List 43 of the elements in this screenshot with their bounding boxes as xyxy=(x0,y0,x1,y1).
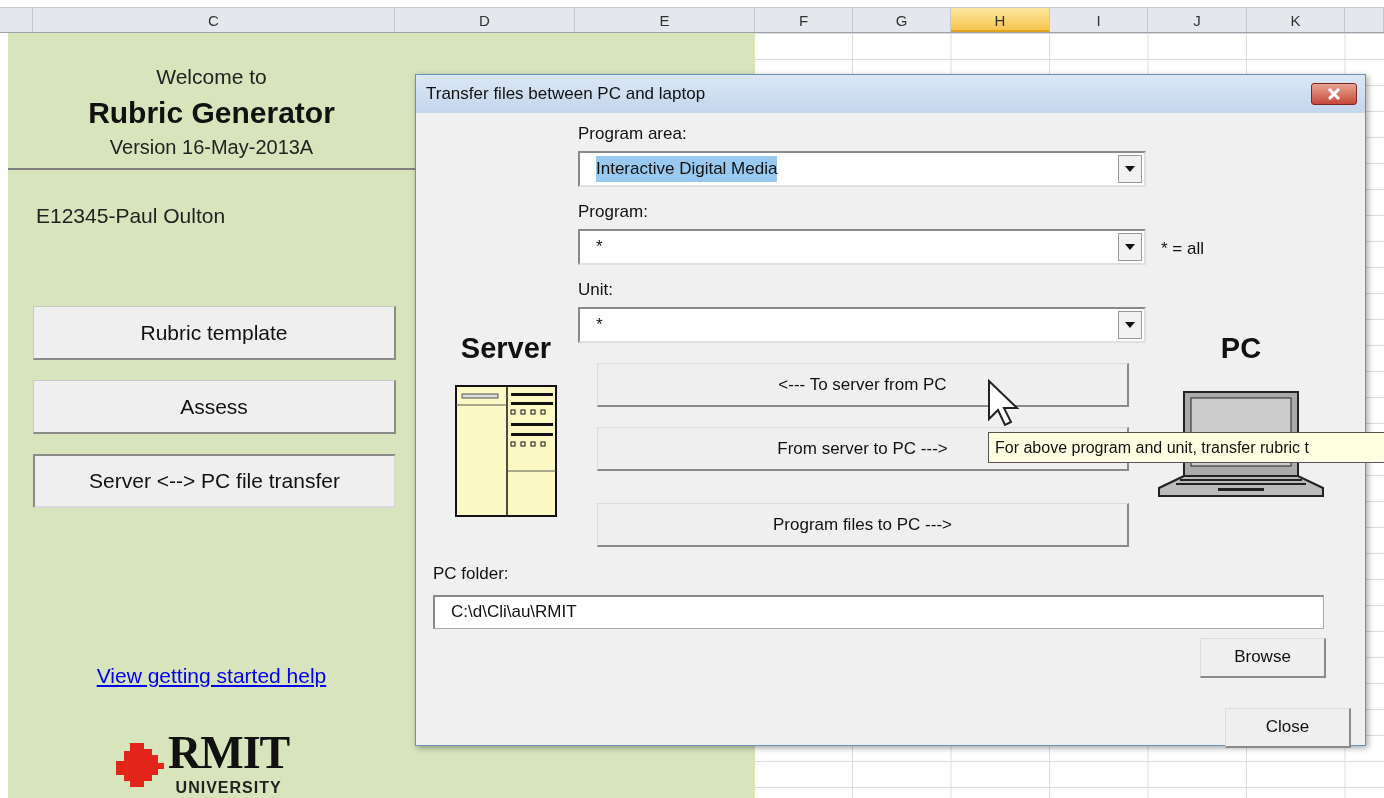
dropdown[interactable]: * xyxy=(578,307,1146,343)
browse-button[interactable]: Browse xyxy=(1200,637,1326,678)
logo-icon xyxy=(116,742,164,787)
close-button[interactable] xyxy=(1311,83,1357,105)
field-label: PC folder: xyxy=(433,563,510,585)
column-header[interactable]: J xyxy=(1148,8,1247,32)
close-icon xyxy=(1327,88,1341,100)
column-header[interactable]: F xyxy=(755,8,853,32)
version-text: Version 16-May-2013A xyxy=(108,134,315,160)
selected-value: Interactive Digital Media xyxy=(596,156,778,182)
column-header[interactable]: I xyxy=(1050,8,1148,32)
selected-value: * xyxy=(596,236,603,259)
menu-button[interactable]: Server <--> PC file transfer xyxy=(33,454,396,508)
logo-subtitle: UNIVERSITY xyxy=(175,777,282,798)
logo-text: RMIT xyxy=(168,729,290,776)
field-label: Unit: xyxy=(578,279,614,301)
mouse-pointer-icon xyxy=(987,379,1021,427)
action-button[interactable]: <--- To server from PC xyxy=(597,363,1129,407)
section-label: Server xyxy=(460,331,552,366)
action-button[interactable]: Program files to PC ---> xyxy=(597,503,1129,547)
menu-button[interactable]: Assess xyxy=(33,380,396,434)
field-label: Program: xyxy=(578,201,649,223)
window-title: Transfer files between PC and laptop xyxy=(426,83,706,106)
selected-value: * xyxy=(596,314,603,337)
tooltip: For above program and unit, transfer rubric t xyxy=(988,432,1384,463)
section-label: PC xyxy=(1220,331,1262,366)
close-button[interactable]: Close xyxy=(1225,707,1351,748)
column-header[interactable]: H xyxy=(951,8,1050,32)
column-header[interactable]: C xyxy=(33,8,395,32)
hint-text: * = all xyxy=(1160,238,1205,261)
welcome-text: Welcome to xyxy=(155,64,268,90)
menu-button[interactable]: Rubric template xyxy=(33,306,396,360)
folder-field[interactable]: C:\d\Cli\au\RMIT xyxy=(433,594,1324,629)
column-header[interactable]: D xyxy=(395,8,575,32)
field-label: Program area: xyxy=(578,123,688,145)
dropdown[interactable]: Interactive Digital Media xyxy=(578,151,1146,187)
user-name: E12345-Paul Oulton xyxy=(36,202,226,229)
column-header[interactable]: E xyxy=(575,8,755,32)
dropdown[interactable]: * xyxy=(578,229,1146,265)
column-header[interactable]: K xyxy=(1247,8,1345,32)
app-title: Rubric Generator xyxy=(87,94,336,131)
server-icon xyxy=(455,384,557,517)
help-link[interactable]: View getting started help xyxy=(96,664,327,687)
